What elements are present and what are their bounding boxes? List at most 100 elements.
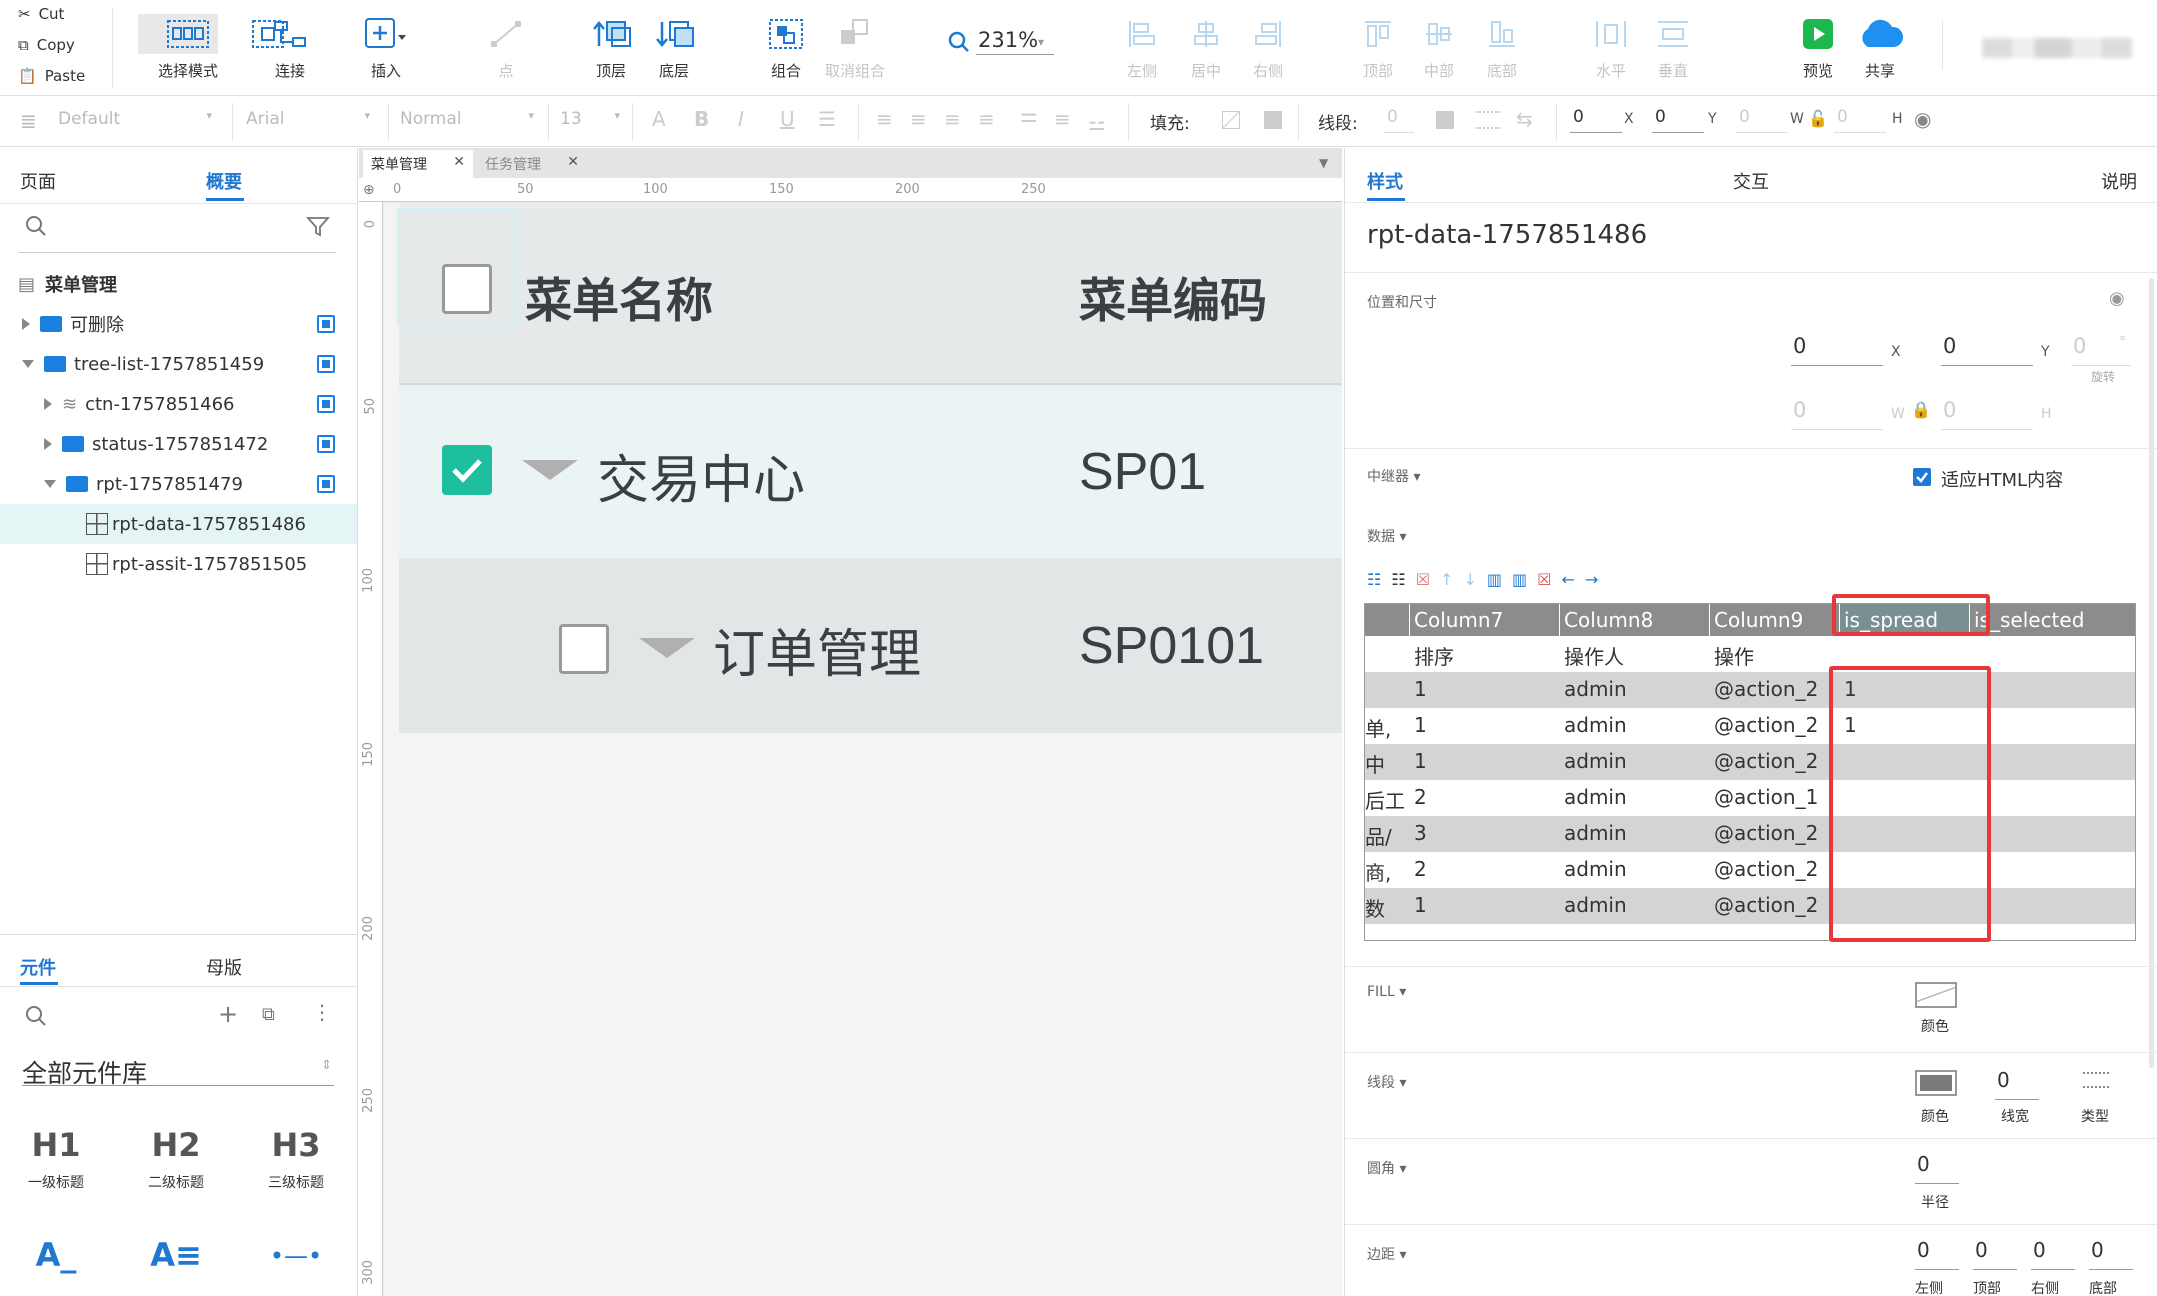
select-all-checkbox[interactable] <box>442 264 492 314</box>
table-cell[interactable]: @action_2 <box>1714 857 1818 881</box>
expand-arrow-icon[interactable] <box>522 460 578 480</box>
y-input[interactable]: 0 <box>1652 107 1704 133</box>
tree-item-folder[interactable]: 可删除 <box>0 304 357 344</box>
visibility-checkbox[interactable] <box>317 315 335 333</box>
widget-h3[interactable]: H3 三级标题 <box>246 1126 346 1192</box>
table-row[interactable]: 品/ 3 admin @action_2 <box>1365 816 2135 852</box>
move-up-icon[interactable]: ↑ <box>1440 570 1453 589</box>
widget-h1[interactable]: H1 一级标题 <box>6 1126 106 1192</box>
move-right-icon[interactable]: → <box>1585 570 1598 589</box>
table-cell[interactable]: admin <box>1564 785 1627 809</box>
collapse-icon[interactable] <box>44 480 56 488</box>
tab-notes[interactable]: 说明 <box>2101 168 2137 194</box>
visibility-checkbox[interactable] <box>317 475 335 493</box>
column-header[interactable]: Column9 <box>1710 604 1840 636</box>
row-checkbox[interactable] <box>559 624 609 674</box>
arrow-style-icon[interactable]: ⇆ <box>1516 107 1533 131</box>
widget-h2[interactable]: H2 二级标题 <box>126 1126 226 1192</box>
insert-button[interactable]: 插入 <box>346 14 426 81</box>
widget-name[interactable]: rpt-data-1757851486 <box>1367 220 1647 250</box>
table-cell[interactable]: 中 <box>1365 749 1385 778</box>
eye-icon[interactable]: ◉ <box>1914 107 1931 131</box>
canvas-tab[interactable]: 任务管理 ✕ <box>477 150 587 178</box>
align-right-button[interactable]: 右侧 <box>1228 14 1308 81</box>
section-repeater[interactable]: 中继器 ▾ <box>1367 466 1420 486</box>
table-cell[interactable]: admin <box>1564 893 1627 917</box>
tree-item-page[interactable]: ▤ 菜单管理 <box>0 264 357 304</box>
table-cell[interactable]: admin <box>1564 677 1627 701</box>
widget-text-label[interactable]: A_ <box>6 1236 106 1274</box>
tab-overflow-icon[interactable]: ▼ <box>1319 156 1328 170</box>
w-input[interactable]: 0 <box>1736 107 1788 133</box>
table-cell[interactable]: 1 <box>1414 749 1427 773</box>
justify-text-icon[interactable]: ≡ <box>978 107 995 131</box>
align-text-center-icon[interactable]: ≡ <box>910 107 927 131</box>
table-cell[interactable]: @action_2 <box>1714 821 1818 845</box>
tab-masters[interactable]: 母版 <box>206 954 242 980</box>
user-account[interactable] <box>1982 38 2132 58</box>
radius-input[interactable]: 0 <box>1915 1152 1959 1184</box>
font-size-select[interactable]: 13 ▾ <box>560 109 620 135</box>
table-cell[interactable]: 2 <box>1414 785 1427 809</box>
stroke-pattern-icon[interactable] <box>1476 111 1500 129</box>
add-library-icon[interactable]: + <box>218 1000 238 1028</box>
table-cell[interactable]: 1 <box>1414 677 1427 701</box>
widget-horizontal-line[interactable]: •—• <box>246 1236 346 1270</box>
group-button[interactable]: 组合 <box>746 14 826 81</box>
table-row[interactable]: 单, 1 admin @action_2 1 <box>1365 708 2135 744</box>
delete-row-icon[interactable]: ☒ <box>1416 570 1430 589</box>
table-cell[interactable]: 单, <box>1365 713 1391 742</box>
lock-icon[interactable]: 🔓 <box>1808 109 1828 128</box>
search-icon[interactable] <box>24 1004 48 1028</box>
expand-icon[interactable] <box>44 438 52 450</box>
font-color-icon[interactable]: A <box>652 107 666 131</box>
ungroup-button[interactable]: 取消组合 <box>815 14 895 81</box>
stroke-color-swatch[interactable] <box>1915 1070 1957 1096</box>
tree-item-folder[interactable]: rpt-1757851479 <box>0 464 357 504</box>
connect-button[interactable]: 连接 <box>250 14 330 81</box>
font-weight-select[interactable]: Normal ▾ <box>400 109 540 135</box>
filter-icon[interactable] <box>306 216 332 238</box>
table-row[interactable]: 中 1 admin @action_2 <box>1365 744 2135 780</box>
tree-item-layer[interactable]: ≋ ctn-1757851466 <box>0 384 357 424</box>
close-icon[interactable]: ✕ <box>567 154 579 170</box>
insert-column-left-icon[interactable]: ▥ <box>1487 570 1502 589</box>
tab-widgets[interactable]: 元件 <box>20 954 56 980</box>
valign-top-icon[interactable]: ⚌ <box>1020 103 1038 127</box>
table-cell[interactable]: @action_2 <box>1714 677 1818 701</box>
stroke-width-input[interactable]: 0 <box>1384 107 1414 133</box>
style-select[interactable]: Default ▾ <box>58 109 218 135</box>
table-cell[interactable]: admin <box>1564 749 1627 773</box>
zoom-control[interactable]: 231% ▾ <box>948 28 1054 55</box>
tree-item-folder[interactable]: tree-list-1757851459 <box>0 344 357 384</box>
table-cell[interactable]: admin <box>1564 857 1627 881</box>
valign-bottom-icon[interactable]: ⚍ <box>1088 111 1106 135</box>
table-cell[interactable]: 1 <box>1414 893 1427 917</box>
section-data[interactable]: 数据 ▾ <box>1367 526 1406 546</box>
tab-style[interactable]: 样式 <box>1367 168 1403 194</box>
table-row[interactable]: 1 admin @action_2 1 <box>1365 672 2135 708</box>
align-bottom-button[interactable]: 底部 <box>1462 14 1542 81</box>
visibility-checkbox[interactable] <box>317 435 335 453</box>
y-input[interactable]: 0 <box>1941 334 2033 366</box>
table-cell[interactable]: 商, <box>1365 857 1391 886</box>
fit-html-checkbox[interactable] <box>1913 468 1931 486</box>
column-header[interactable]: is_selected <box>1970 604 2135 636</box>
tree-item-repeater[interactable]: rpt-assit-1757851505 <box>0 544 357 584</box>
insert-row-above-icon[interactable]: ☷ <box>1367 570 1381 589</box>
padding-top-input[interactable]: 0 <box>1973 1238 2017 1270</box>
lock-icon[interactable]: 🔒 <box>1911 400 1931 419</box>
table-cell[interactable]: admin <box>1564 713 1627 737</box>
select-mode-button[interactable]: 选择模式 <box>138 14 238 81</box>
table-row[interactable]: 数 1 admin @action_2 <box>1365 888 2135 924</box>
tab-pages[interactable]: 页面 <box>20 168 56 194</box>
table-row[interactable]: 排序 操作人 操作 <box>1365 636 2135 672</box>
valign-middle-icon[interactable]: ≡ <box>1054 107 1071 131</box>
table-cell[interactable]: @action_1 <box>1714 785 1818 809</box>
shadow-swatch[interactable] <box>1264 111 1282 129</box>
section-fill[interactable]: FILL ▾ <box>1367 984 1406 1000</box>
eye-icon[interactable]: ◉ <box>2109 288 2125 309</box>
h-input[interactable]: 0 <box>1834 107 1886 133</box>
visibility-checkbox[interactable] <box>317 355 335 373</box>
table-cell[interactable]: @action_2 <box>1714 749 1818 773</box>
